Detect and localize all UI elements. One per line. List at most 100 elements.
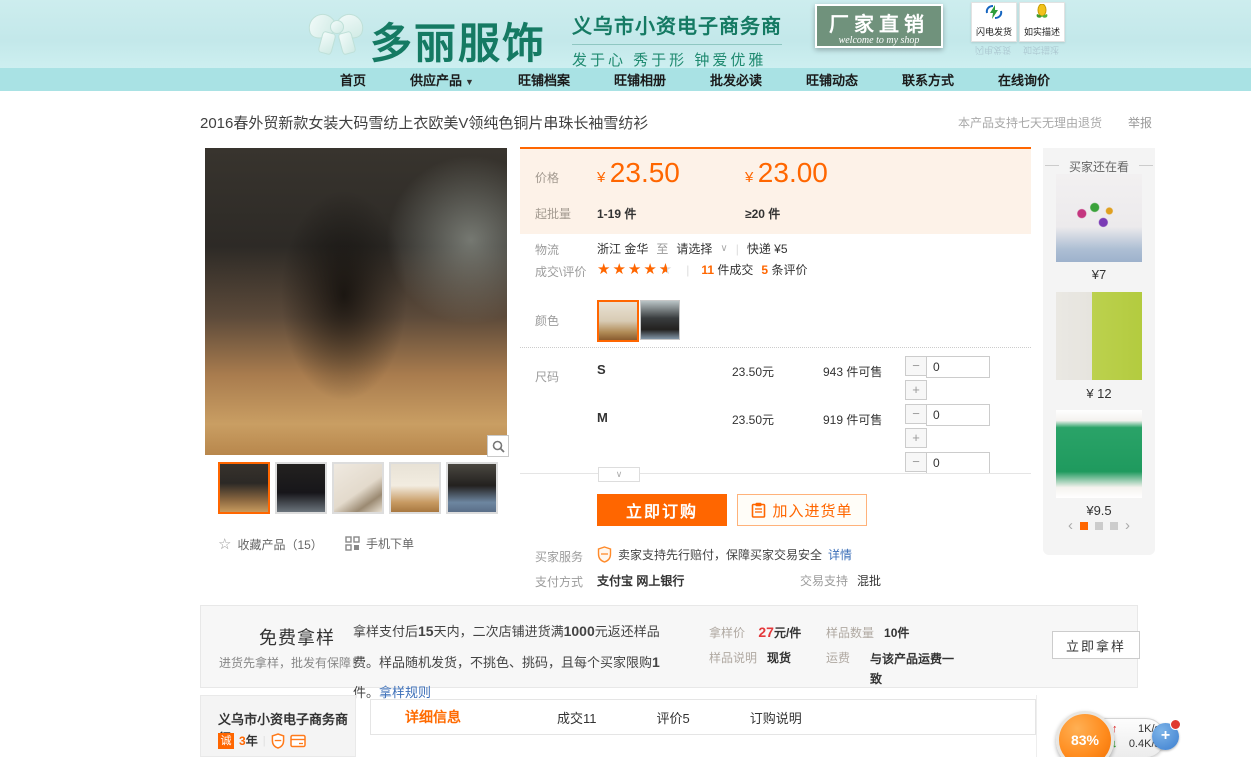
get-sample-button[interactable]: 立即拿样: [1052, 631, 1140, 659]
related-product-2[interactable]: [1056, 292, 1142, 380]
seller-info-box: 义乌市小资电子商务商行 诚 3年 |: [200, 695, 356, 757]
divider: [520, 473, 1031, 474]
related-price-1: ¥7: [1043, 267, 1155, 282]
thumbnail-1[interactable]: [218, 462, 270, 514]
ship-from: 浙江 金华: [597, 240, 648, 257]
corn-icon: [1033, 4, 1051, 20]
deal-count[interactable]: 11 件成交: [701, 261, 753, 278]
detail-link[interactable]: 详情: [828, 546, 852, 563]
min-qty-label: 起批量: [535, 205, 571, 222]
member-years: 3年: [239, 732, 258, 749]
shield-icon: [597, 546, 612, 563]
sample-note-row: 样品说明 现货: [709, 649, 791, 666]
add-to-cart-button[interactable]: 加入进货单: [737, 494, 867, 526]
fast-shipping-reflection: 闪电发货: [971, 44, 1015, 57]
product-page: 多丽服饰 义乌市小资电子商务商 发于心 秀于形 钟爱优雅 厂家直销 welcom…: [0, 0, 1251, 757]
chevron-down-icon[interactable]: ∨: [720, 243, 727, 254]
sample-description: 拿样支付后15天内，二次店铺进货满1000元返还样品费。样品随机发货，不挑色、挑…: [353, 616, 669, 708]
thumbnail-5[interactable]: [446, 462, 498, 514]
favorite-product[interactable]: ☆ 收藏产品（15）: [218, 535, 323, 553]
pager-dot-3[interactable]: [1110, 522, 1118, 530]
mobile-order-label: 手机下单: [366, 535, 414, 552]
sidebar-title: 买家还在看: [1043, 158, 1155, 175]
fast-shipping-tile[interactable]: 闪电发货: [971, 2, 1017, 42]
sample-rules-link[interactable]: 拿样规则: [379, 685, 431, 700]
mobile-order[interactable]: 手机下单: [345, 535, 414, 552]
plus-button[interactable]: +: [905, 380, 927, 400]
color-swatch-2[interactable]: [640, 300, 680, 340]
review-count[interactable]: 5 条评价: [761, 261, 807, 278]
shop-logo-text: 多丽服饰: [370, 10, 546, 71]
thumbnail-2[interactable]: [275, 462, 327, 514]
rating-stars: ★★★★★★: [597, 262, 674, 277]
nav-item-home[interactable]: 首页: [340, 70, 366, 89]
free-sample-section: 免费拿样 进货先拿样，批发有保障！ 拿样支付后15天内，二次店铺进货满1000元…: [200, 605, 1138, 688]
minus-button[interactable]: −: [905, 356, 927, 376]
shield-icon: [271, 733, 285, 749]
tab-order-notes[interactable]: 订购说明: [750, 708, 802, 727]
tab-deals[interactable]: 成交11: [557, 708, 597, 727]
size-list: S 23.50元 943 件可售 − + M 23.50元 919 件可售 − …: [520, 350, 1031, 473]
divider: [520, 347, 1031, 348]
color-swatch-1[interactable]: [597, 300, 639, 342]
shop-tagline-block: 义乌市小资电子商务商 发于心 秀于形 钟爱优雅: [572, 10, 782, 70]
minus-button[interactable]: −: [905, 452, 927, 472]
related-product-3[interactable]: [1056, 410, 1142, 498]
logistics-label: 物流: [535, 241, 559, 258]
pager-dot-1[interactable]: [1080, 522, 1088, 530]
min-qty-tier-2: ≥20 件: [745, 205, 780, 222]
lightning-icon: [985, 4, 1003, 20]
trade-support-value: 混批: [857, 572, 881, 589]
price-label: 价格: [535, 169, 559, 186]
divider: [1036, 695, 1037, 757]
favorite-label: 收藏产品（15）: [237, 536, 322, 553]
return-policy-text: 本产品支持七天无理由退货: [958, 114, 1102, 131]
sample-subtitle: 进货先拿样，批发有保障！: [219, 654, 363, 671]
tab-reviews[interactable]: 评价5: [657, 708, 690, 727]
related-price-2: ¥ 12: [1043, 386, 1155, 401]
payment-label: 支付方式: [535, 573, 583, 590]
thumbnail-4[interactable]: [389, 462, 441, 514]
nav-item-inquiry[interactable]: 在线询价: [998, 70, 1050, 89]
color-label: 颜色: [535, 312, 559, 329]
minus-button[interactable]: −: [905, 404, 927, 424]
quantity-input[interactable]: [926, 452, 990, 473]
notification-dot: [1170, 719, 1181, 730]
buyer-service-row: 卖家支持先行赔付，保障买家交易安全 详情: [597, 546, 852, 563]
report-link[interactable]: 举报: [1128, 114, 1152, 131]
order-now-button[interactable]: 立即订购: [597, 494, 727, 526]
pager-next-icon[interactable]: ›: [1125, 521, 1130, 531]
expand-sizes-button[interactable]: ∨: [598, 467, 640, 482]
nav-item-contact[interactable]: 联系方式: [902, 70, 954, 89]
price-box: 价格 ¥ 23.50 ¥ 23.00 起批量 1-19 件 ≥20 件: [520, 147, 1031, 234]
guarantee-card-icon: [290, 734, 306, 748]
related-product-1[interactable]: [1056, 174, 1142, 262]
honest-description-tile[interactable]: 如实描述: [1019, 2, 1065, 42]
nav-item-archive[interactable]: 旺铺档案: [518, 70, 570, 89]
nav-item-news[interactable]: 旺铺动态: [806, 70, 858, 89]
sample-price-row: 拿样价 27元/件: [709, 624, 801, 641]
clipboard-icon: [751, 502, 766, 518]
price-tier-1: ¥ 23.50: [597, 157, 680, 189]
nav-item-album[interactable]: 旺铺相册: [614, 70, 666, 89]
quantity-input[interactable]: [926, 404, 990, 426]
sidebar-pager: ‹ ›: [1043, 521, 1155, 531]
pager-prev-icon[interactable]: ‹: [1068, 521, 1073, 531]
sample-ship-row: 运费 与该产品运费一致: [826, 649, 976, 689]
honest-description-reflection: 如实描述: [1019, 44, 1063, 57]
product-title: 2016春外贸新款女装大码雪纺上衣欧美V领纯色铜片串珠长袖雪纺衫: [200, 112, 648, 133]
express-fee: 快递 ¥5: [747, 240, 788, 257]
tab-detail-info[interactable]: 详细信息: [405, 707, 461, 727]
buyer-service-text: 卖家支持先行赔付，保障买家交易安全: [618, 546, 822, 563]
size-row-3: −: [520, 446, 1031, 473]
destination-select[interactable]: 请选择: [676, 240, 712, 257]
payment-methods[interactable]: 支付宝 网上银行: [597, 572, 684, 589]
nav-item-wholesale-guide[interactable]: 批发必读: [710, 70, 762, 89]
product-photo[interactable]: [205, 148, 507, 455]
plus-button[interactable]: +: [905, 428, 927, 448]
thumbnail-3[interactable]: [332, 462, 384, 514]
magnifier-icon[interactable]: [487, 435, 509, 457]
pager-dot-2[interactable]: [1095, 522, 1103, 530]
quantity-input[interactable]: [926, 356, 990, 378]
nav-item-products[interactable]: 供应产品▼: [410, 70, 474, 89]
